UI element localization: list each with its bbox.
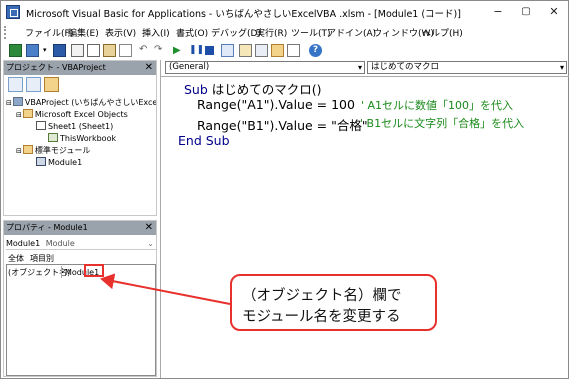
callout-line-1: （オブジェクト名）欄で	[242, 288, 402, 304]
annotation-callout: （オブジェクト名）欄で モジュール名を変更する	[230, 274, 437, 331]
vbe-window: Microsoft Visual Basic for Applications …	[0, 0, 569, 379]
callout-line-2: モジュール名を変更する	[242, 309, 401, 325]
